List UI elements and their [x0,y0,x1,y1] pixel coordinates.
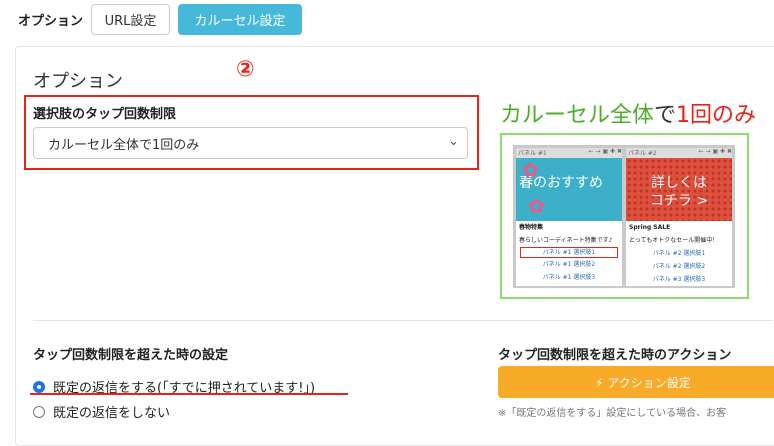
chevron-down-icon: ⌄ [448,134,459,149]
flower-icon: ✿ [522,158,539,182]
panel-image: 詳しくは コチラ > [626,158,732,221]
carousel-settings-tab[interactable]: カルーセル設定 [178,4,302,35]
tap-limit-select[interactable]: カルーセル全体で1回のみ ⌄ [33,127,468,159]
action-note: ※「既定の返信をする」設定にしている場合、お客 [498,408,727,419]
red-underline [30,393,348,395]
carousel-panel-1: パネル #1 ← → ▣ ✚ ✖ ✿ 春のおすすめ ✿ 春物特集 春らしいコーディ… [516,148,622,286]
panel-choice-link: パネル #3 選択肢3 [652,276,706,283]
section-title: オプション [33,71,123,92]
carousel-panels: パネル #1 ← → ▣ ✚ ✖ ✿ 春のおすすめ ✿ 春物特集 春らしいコーディ… [513,145,735,288]
panel-choice-link: パネル #1 選択肢3 [542,274,596,281]
carousel-panel-2: パネル #2 ← → ▣ ✚ ✖ 詳しくは コチラ > Spring SALE と… [626,148,732,286]
step-marker: ② [236,57,255,82]
panel-choice-link: パネル #1 選択肢1 [520,247,618,258]
options-label: オプション [18,14,84,29]
tap-limit-label: 選択肢のタップ回数制限 [33,107,177,122]
radio-no-reply[interactable]: 既定の返信をしない [33,402,170,421]
action-label: タップ回数制限を超えた時のアクション [498,348,732,363]
url-settings-tab[interactable]: URL設定 [91,4,170,35]
panel-image: ✿ 春のおすすめ ✿ [516,158,622,221]
divider [33,320,773,321]
tap-limit-value: カルーセル全体で1回のみ [48,137,200,153]
radio-checked-icon[interactable] [33,380,45,393]
panel-choice-link: パネル #2 選択肢2 [652,263,706,270]
preview-title: カルーセル全体で1回のみ [500,103,757,128]
limit-exceeded-label: タップ回数制限を超えた時の設定 [33,348,229,363]
panel-choice-link: パネル #2 選択肢1 [652,250,706,257]
flower-icon: ✿ [528,194,545,218]
action-settings-button[interactable]: ⚡ アクション設定 [498,366,774,398]
panel-choice-link: パネル #1 選択肢2 [542,261,596,268]
radio-unchecked-icon[interactable] [33,405,45,418]
